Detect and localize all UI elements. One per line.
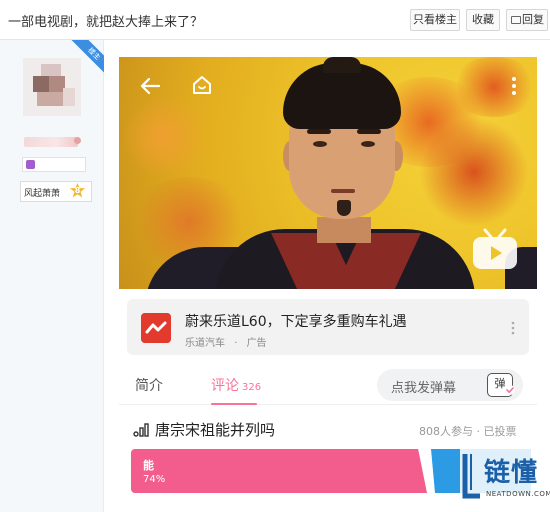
video-tabs: 简介 评论 326 点我发弹幕 弹 xyxy=(119,365,537,405)
more-icon[interactable] xyxy=(509,75,519,97)
poll-option-percent: 74% xyxy=(143,474,166,485)
ad-subline: 乐道汽车 · 广告 xyxy=(185,334,267,349)
reply-button-label: 回复 xyxy=(522,13,544,26)
thread-title: 一部电视剧，就把赵大捧上来了？ xyxy=(8,15,204,30)
ad-advertiser: 乐道汽车 xyxy=(185,338,225,349)
watermark: 链懂 NEATDOWN.COM xyxy=(460,448,550,512)
watermark-site: NEATDOWN.COM xyxy=(486,490,550,498)
ad-more-icon[interactable] xyxy=(511,321,515,335)
level-name: 风起萧萧 xyxy=(24,189,61,199)
active-tab-indicator xyxy=(211,403,257,405)
ad-tag: 广告 xyxy=(246,338,267,349)
level-number: 8 xyxy=(74,186,81,195)
poll-option-yes[interactable]: 能 74% xyxy=(131,449,427,493)
watermark-name: 链懂 xyxy=(484,458,539,488)
video-player[interactable] xyxy=(119,57,537,289)
reply-button[interactable]: 回复 xyxy=(506,9,548,31)
username-mark-icon xyxy=(74,137,81,144)
poll-icon xyxy=(133,423,149,437)
only-op-button[interactable]: 只看楼主 xyxy=(410,9,460,31)
op-badge-label: 楼主 xyxy=(71,40,104,77)
ad-separator: · xyxy=(234,338,238,349)
watermark-logo-icon xyxy=(462,454,480,499)
danmaku-check-icon xyxy=(505,385,515,395)
poll-title: 唐宗宋祖能并列吗 xyxy=(155,421,276,439)
post-image: 蔚来乐道L60，下定享多重购车礼遇 乐道汽车 · 广告 简介 评论 326 点我发… xyxy=(119,57,537,512)
poll-option-label: 能 xyxy=(143,459,154,472)
danmaku-input[interactable]: 点我发弹幕 弹 xyxy=(377,369,523,401)
danmaku-placeholder: 点我发弹幕 xyxy=(391,381,457,396)
op-badge: 楼主 xyxy=(66,40,104,78)
thread-header: 一部电视剧，就把赵大捧上来了？ 只看楼主 收藏 回复 xyxy=(0,0,550,40)
username[interactable] xyxy=(24,137,78,147)
tab-intro[interactable]: 简介 xyxy=(135,375,163,395)
user-info-column: 楼主 风起萧萧 8 xyxy=(0,40,104,512)
ad-card[interactable]: 蔚来乐道L60，下定享多重购车礼遇 乐道汽车 · 广告 xyxy=(127,299,529,355)
back-arrow-icon[interactable] xyxy=(139,75,161,97)
vip-badge xyxy=(22,157,86,172)
tv-icon xyxy=(473,228,517,269)
ad-title[interactable]: 蔚来乐道L60，下定享多重购车礼遇 xyxy=(185,311,407,331)
level-badge: 风起萧萧 8 xyxy=(20,181,92,202)
actor-figure xyxy=(145,57,537,289)
tab-comments-label: 评论 xyxy=(211,378,239,394)
reply-icon xyxy=(511,16,521,24)
home-icon[interactable] xyxy=(191,74,213,96)
ad-logo-icon xyxy=(141,313,171,343)
vip-icon xyxy=(26,160,35,169)
collect-button[interactable]: 收藏 xyxy=(466,9,500,31)
poll-meta: 808人参与 · 已投票 xyxy=(419,425,517,438)
tab-comments[interactable]: 评论 326 xyxy=(211,375,261,395)
comment-count: 326 xyxy=(242,382,262,393)
